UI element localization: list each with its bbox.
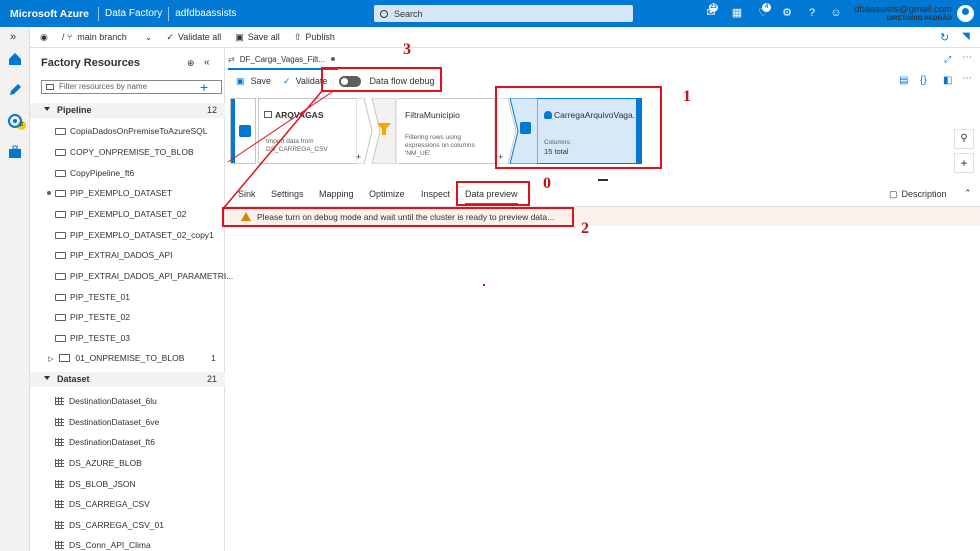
annotation-number-0: 0	[543, 175, 551, 192]
warning-highlight	[222, 207, 574, 227]
annotation-lines	[221, 89, 485, 286]
annotation-number-3: 3	[403, 41, 411, 58]
annotation-number-2: 2	[581, 220, 589, 237]
annotation-number-1: 1	[683, 88, 691, 105]
debug-toggle-highlight	[321, 67, 442, 92]
data-preview-highlight	[456, 181, 530, 206]
sink-node-highlight	[495, 86, 662, 169]
